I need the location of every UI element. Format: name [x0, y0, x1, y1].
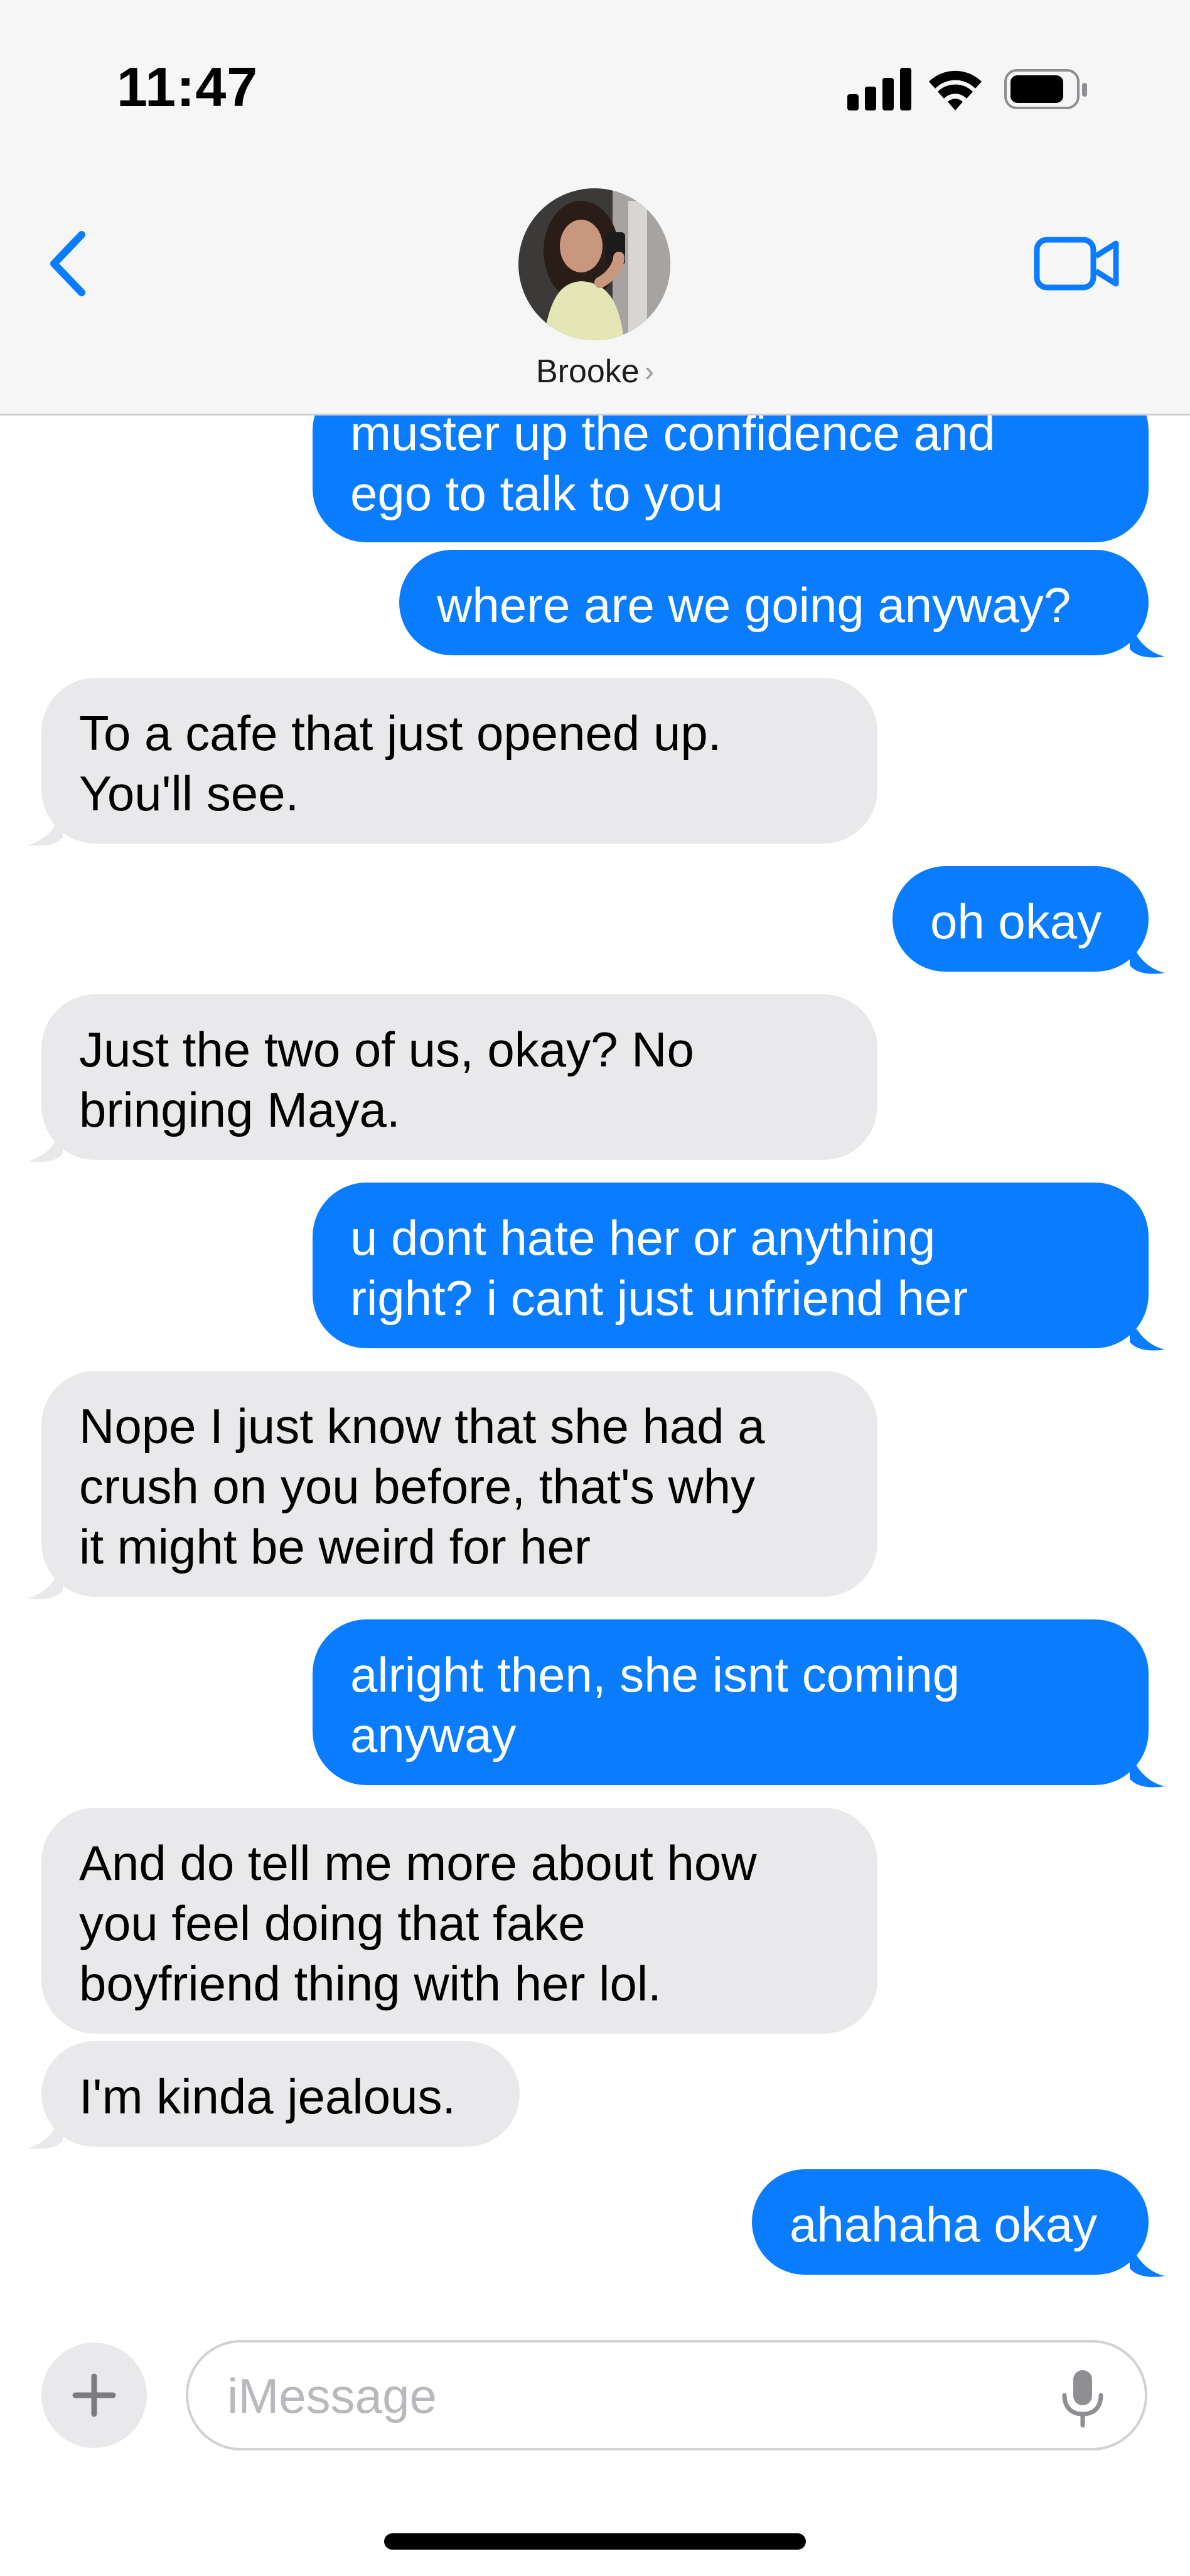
- bubble-tail: [1130, 1314, 1165, 1351]
- home-indicator[interactable]: [384, 2533, 806, 2550]
- plus-icon: [72, 2373, 116, 2417]
- wifi-icon: [929, 70, 982, 110]
- cellular-signal-icon: [847, 68, 911, 110]
- bubble-tail: [28, 2113, 63, 2149]
- apps-plus-button[interactable]: [41, 2343, 147, 2448]
- bubble-tail: [28, 1563, 63, 1599]
- message-bubble-received[interactable]: To a cafe that just opened up. You'll se…: [41, 678, 877, 844]
- contact-name-button[interactable]: Brooke ›: [0, 353, 1190, 390]
- message-bubble-received[interactable]: And do tell me more about how you feel d…: [41, 1808, 877, 2034]
- bubble-tail: [1130, 1751, 1165, 1788]
- message-bubble-sent[interactable]: ahahaha okay: [752, 2169, 1149, 2275]
- message-bubble-received[interactable]: I'm kinda jealous.: [41, 2041, 520, 2147]
- video-camera-icon[interactable]: [1033, 232, 1121, 295]
- message-bubble-received[interactable]: Just the two of us, okay? No bringing Ma…: [41, 994, 877, 1160]
- microphone-icon[interactable]: [1054, 2366, 1111, 2429]
- message-bubble-sent[interactable]: where are we going anyway?: [399, 550, 1149, 655]
- status-bar-icons: [847, 68, 1087, 110]
- status-bar-time: 11:47: [117, 56, 259, 118]
- message-bubble-received[interactable]: Nope I just know that she had a crush on…: [41, 1371, 877, 1597]
- message-input[interactable]: [226, 2343, 1044, 2449]
- bubble-tail: [1130, 938, 1165, 974]
- chevron-right-icon: ›: [644, 355, 655, 387]
- message-bubble-sent[interactable]: u dont hate her or anything right? i can…: [313, 1183, 1149, 1348]
- bubble-tail: [28, 1126, 63, 1162]
- bubble-tail: [1130, 621, 1165, 658]
- message-bubble-sent[interactable]: oh okay: [893, 866, 1149, 972]
- contact-name: Brooke: [535, 353, 640, 390]
- bubble-tail: [1130, 2241, 1165, 2277]
- battery-icon: [1004, 69, 1087, 109]
- contact-avatar[interactable]: [518, 188, 670, 340]
- message-bubble-sent[interactable]: alright then, she isnt coming anyway: [313, 1619, 1149, 1785]
- bubble-tail: [28, 810, 63, 846]
- back-chevron-icon[interactable]: [45, 226, 95, 301]
- message-input-container[interactable]: [186, 2340, 1147, 2450]
- conversation-header: 11:47 Brooke ›: [0, 0, 1190, 416]
